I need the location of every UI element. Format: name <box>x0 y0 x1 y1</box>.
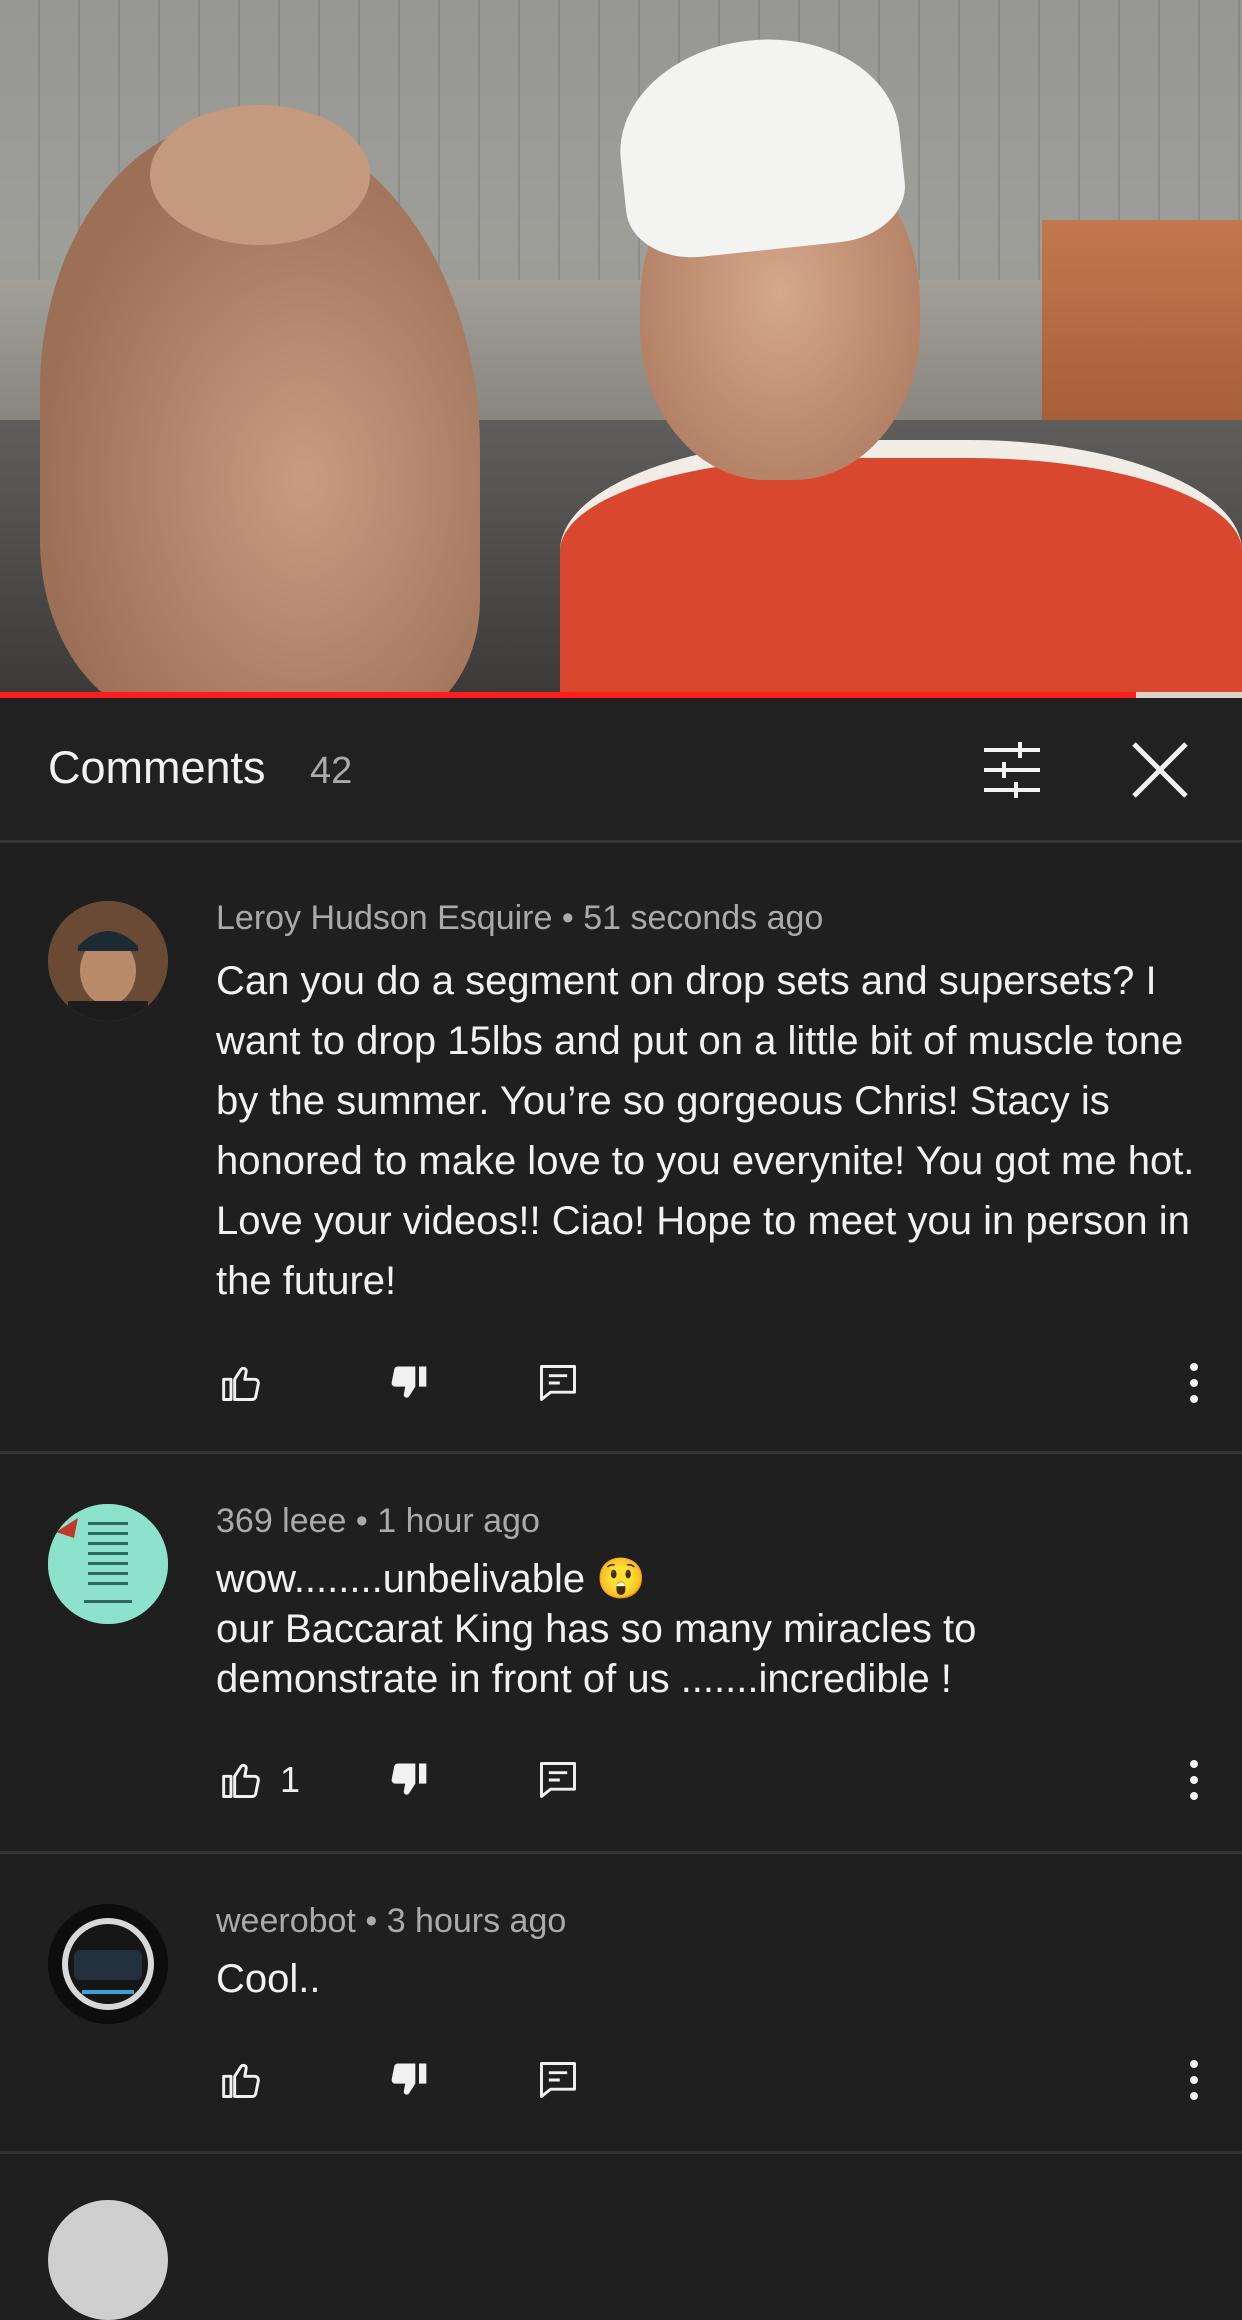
comment-item: 369 leee • 1 hour ago wow........unbeliv… <box>0 1454 1242 1854</box>
comment-text: Can you do a segment on drop sets and su… <box>216 959 1195 1303</box>
like-button[interactable]: 1 <box>220 1750 300 1810</box>
comment-text-line: wow........unbelivable 😲 <box>216 1557 647 1601</box>
dislike-button[interactable] <box>386 1750 430 1810</box>
thumbs-down-icon <box>391 1763 427 1795</box>
like-button[interactable] <box>220 1353 280 1413</box>
sort-filter-icon[interactable] <box>980 738 1044 802</box>
more-vert-icon <box>1190 2060 1198 2100</box>
video-frame-fist <box>150 105 370 245</box>
comment-item: weerobot • 3 hours ago Cool.. <box>0 1854 1242 2154</box>
reply-button[interactable] <box>536 2050 580 2110</box>
comment-time: 51 seconds ago <box>583 899 824 937</box>
like-count: 1 <box>280 1759 301 1800</box>
avatar[interactable] <box>48 901 168 1021</box>
reply-comment-icon <box>540 2062 576 2098</box>
avatar[interactable] <box>48 2200 168 2320</box>
reply-comment-icon <box>540 1365 576 1401</box>
more-options-button[interactable] <box>1172 2050 1216 2110</box>
more-options-button[interactable] <box>1172 1750 1216 1810</box>
video-player[interactable] <box>0 0 1242 692</box>
meta-separator: • <box>365 1902 378 1940</box>
meta-separator: • <box>561 899 574 937</box>
video-frame-shirt <box>560 440 1242 692</box>
comment-actions: 1 <box>216 1750 1216 1810</box>
thumbs-down-icon <box>391 2063 427 2095</box>
comment-text: Cool.. <box>216 1957 321 2001</box>
comment-author[interactable]: weerobot <box>216 1902 356 1940</box>
comment-text: wow........unbelivable 😲 our Baccarat Ki… <box>216 1554 1196 1704</box>
comments-list: Leroy Hudson Esquire • 51 seconds ago Ca… <box>0 851 1242 2320</box>
comment-time: 3 hours ago <box>386 1902 567 1940</box>
comments-header: Comments 42 <box>0 698 1242 843</box>
comments-count: 42 <box>310 750 353 792</box>
meta-separator: • <box>355 1502 368 1540</box>
thumbs-up-icon <box>222 1763 260 1798</box>
more-vert-icon <box>1190 1760 1198 1800</box>
comment-author[interactable]: 369 leee <box>216 1502 346 1540</box>
close-icon[interactable] <box>1128 738 1192 802</box>
video-frame-wall <box>1042 220 1242 420</box>
more-vert-icon <box>1190 1363 1198 1403</box>
like-button[interactable] <box>220 2050 280 2110</box>
comments-title: Comments <box>48 742 266 793</box>
reply-button[interactable] <box>536 1750 580 1810</box>
avatar[interactable] <box>48 1904 168 2024</box>
thumbs-up-icon <box>222 2063 260 2098</box>
comment-item: Leroy Hudson Esquire • 51 seconds ago Ca… <box>0 851 1242 1454</box>
comment-meta: weerobot • 3 hours ago <box>216 1902 566 1941</box>
comment-actions <box>216 1353 1216 1413</box>
dislike-button[interactable] <box>386 2050 430 2110</box>
reply-button[interactable] <box>536 1353 580 1413</box>
comment-time: 1 hour ago <box>377 1502 540 1540</box>
thumbs-down-icon <box>391 1366 427 1398</box>
comment-item-partial <box>0 2154 1242 2320</box>
more-options-button[interactable] <box>1172 1353 1216 1413</box>
thumbs-up-icon <box>222 1366 260 1401</box>
avatar[interactable] <box>48 1504 168 1624</box>
reply-comment-icon <box>540 1762 576 1798</box>
comment-author[interactable]: Leroy Hudson Esquire <box>216 899 552 937</box>
dislike-button[interactable] <box>386 1353 430 1413</box>
comment-actions <box>216 2050 1216 2110</box>
comment-meta: 369 leee • 1 hour ago <box>216 1502 540 1541</box>
comment-meta: Leroy Hudson Esquire • 51 seconds ago <box>216 899 823 938</box>
comment-text-line: our Baccarat King has so many miracles t… <box>216 1607 977 1701</box>
